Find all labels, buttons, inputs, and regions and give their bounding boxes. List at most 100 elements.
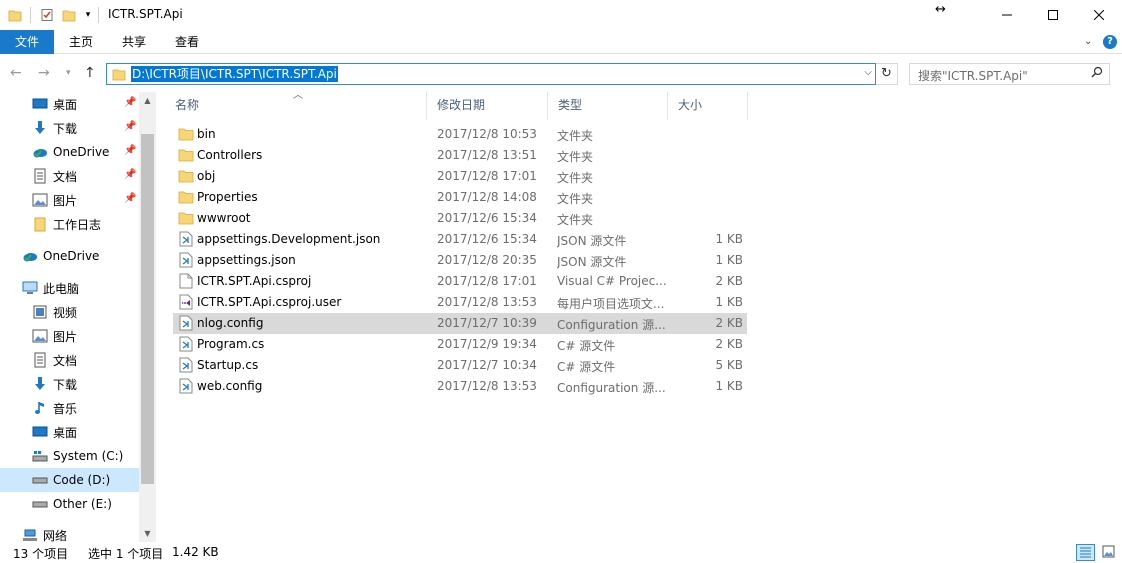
file-size: 2 KB (715, 337, 743, 351)
search-input[interactable]: 搜索"ICTR.SPT.Api" (909, 63, 1110, 85)
nav-item-this-pc[interactable]: 此电脑 (0, 276, 140, 300)
pictures-icon (32, 328, 48, 344)
file-name[interactable]: web.config (197, 379, 262, 393)
chevron-down-icon[interactable]: ⌵ (864, 67, 872, 78)
tab-share[interactable]: 共享 (111, 30, 157, 54)
file-row[interactable]: nlog.config 2017/12/7 10:39 Configuration … (173, 313, 747, 334)
file-name[interactable]: obj (197, 169, 215, 183)
nav-item-label: Other (E:) (53, 497, 112, 511)
nav-item-documents[interactable]: 文档 📌 (0, 164, 140, 188)
nav-item-network[interactable]: 网络 (0, 523, 140, 542)
onedrive-icon (22, 248, 38, 264)
help-icon[interactable]: ? (1103, 35, 1117, 49)
file-row[interactable]: web.config 2017/12/8 13:53 Configuration 源… (173, 376, 747, 397)
pin-icon[interactable]: 📌 (124, 97, 136, 108)
nav-item-pictures[interactable]: 图片 📌 (0, 188, 140, 212)
refresh-button[interactable]: ↻ (876, 63, 898, 85)
nav-item-worklog[interactable]: 工作日志 (0, 212, 140, 236)
file-list: ︿ 名称 修改日期 类型 大小 bin 2017/12/8 10:53 文件夹 Con… (165, 90, 1122, 542)
properties-icon[interactable] (38, 6, 56, 24)
file-name[interactable]: nlog.config (197, 316, 263, 330)
new-folder-icon[interactable] (60, 6, 78, 24)
nav-scrollbar[interactable]: ▲ ▼ (139, 92, 156, 542)
maximize-button[interactable] (1030, 0, 1076, 30)
pin-icon[interactable]: 📌 (124, 169, 136, 180)
nav-item-desktop[interactable]: 桌面 📌 (0, 92, 140, 116)
minimize-button[interactable] (984, 0, 1030, 30)
nav-item-music[interactable]: 音乐 (0, 396, 140, 420)
nav-item-downloads-pc[interactable]: 下载 (0, 372, 140, 396)
selected-size: 1.42 KB (172, 545, 219, 559)
file-row[interactable]: Program.cs 2017/12/9 19:34 C# 源文件 2 KB (173, 334, 747, 355)
close-button[interactable] (1076, 0, 1122, 30)
pin-icon[interactable]: 📌 (124, 145, 136, 156)
nav-item-code-d[interactable]: Code (D:) (0, 468, 140, 492)
address-path[interactable]: D:\ICTR项目\ICTR.SPT\ICTR.SPT.Api (131, 66, 338, 82)
title-bar: ▾ ICTR.SPT.Api ↔ (0, 0, 1122, 30)
pin-icon[interactable]: 📌 (124, 193, 136, 204)
vscode-file-icon (178, 357, 194, 373)
address-bar[interactable]: D:\ICTR项目\ICTR.SPT\ICTR.SPT.Api ⌵ (106, 63, 876, 85)
scroll-up-icon[interactable]: ▲ (139, 92, 156, 109)
music-icon (32, 400, 48, 416)
column-header-date[interactable]: 修改日期 (427, 92, 548, 120)
nav-item-documents-pc[interactable]: 文档 (0, 348, 140, 372)
nav-item-label: Code (D:) (53, 473, 111, 487)
column-header-name[interactable]: 名称 (165, 92, 427, 120)
recent-locations-button[interactable]: ▾ (66, 65, 71, 81)
large-icons-view-button[interactable] (1100, 544, 1119, 561)
scroll-thumb[interactable] (141, 134, 154, 484)
details-view-button[interactable] (1076, 544, 1095, 561)
tab-file[interactable]: 文件 (0, 30, 54, 54)
folder-icon[interactable] (6, 6, 24, 24)
file-row[interactable]: appsettings.Development.json 2017/12/6 15… (173, 229, 747, 250)
file-name[interactable]: Startup.cs (197, 358, 258, 372)
up-button[interactable]: ↑ (84, 65, 96, 81)
file-row[interactable]: Startup.cs 2017/12/7 10:34 C# 源文件 5 KB (173, 355, 747, 376)
file-row[interactable]: bin 2017/12/8 10:53 文件夹 (173, 124, 747, 145)
scroll-down-icon[interactable]: ▼ (139, 525, 156, 542)
back-button[interactable]: ← (10, 65, 22, 81)
file-name[interactable]: ICTR.SPT.Api.csproj.user (197, 295, 341, 309)
file-row[interactable]: Controllers 2017/12/8 13:51 文件夹 (173, 145, 747, 166)
search-icon[interactable] (1091, 66, 1103, 82)
file-type: Visual C# Projec... (557, 274, 667, 288)
file-row[interactable]: obj 2017/12/8 17:01 文件夹 (173, 166, 747, 187)
file-type: 文件夹 (557, 150, 594, 164)
file-name[interactable]: Properties (197, 190, 258, 204)
file-row[interactable]: wwwroot 2017/12/6 15:34 文件夹 (173, 208, 747, 229)
nav-item-pictures-pc[interactable]: 图片 (0, 324, 140, 348)
drive-icon (32, 496, 48, 512)
documents-icon (32, 168, 48, 184)
status-bar: 13 个项目 选中 1 个项目 1.42 KB (0, 542, 1122, 563)
file-row[interactable]: ICTR.SPT.Api.csproj 2017/12/8 17:01 Visual… (173, 271, 747, 292)
nav-item-desktop-pc[interactable]: 桌面 (0, 420, 140, 444)
file-type: C# 源文件 (557, 360, 616, 374)
expand-ribbon-icon[interactable]: ⌄ (1084, 36, 1092, 47)
file-name[interactable]: appsettings.json (197, 253, 296, 267)
customize-toolbar-icon[interactable]: ▾ (82, 6, 94, 24)
tab-view[interactable]: 查看 (164, 30, 210, 54)
file-name[interactable]: Controllers (197, 148, 262, 162)
forward-button[interactable]: → (38, 65, 50, 81)
file-name[interactable]: wwwroot (197, 211, 251, 225)
folder-icon (32, 216, 48, 232)
nav-item-videos[interactable]: 视频 (0, 300, 140, 324)
nav-item-onedrive[interactable]: OneDrive (0, 244, 140, 268)
file-row[interactable]: Properties 2017/12/8 14:08 文件夹 (173, 187, 747, 208)
nav-item-system-c[interactable]: System (C:) (0, 444, 140, 468)
file-name[interactable]: ICTR.SPT.Api.csproj (197, 274, 311, 288)
column-header-size[interactable]: 大小 (668, 92, 748, 120)
nav-item-other-e[interactable]: Other (E:) (0, 492, 140, 516)
file-row[interactable]: ICTR.SPT.Api.csproj.user 2017/12/8 13:53 每… (173, 292, 747, 313)
nav-item-onedrive-quick[interactable]: OneDrive 📌 (0, 140, 140, 164)
file-name[interactable]: appsettings.Development.json (197, 232, 380, 246)
file-row[interactable]: appsettings.json 2017/12/8 20:35 JSON 源文件 1… (173, 250, 747, 271)
vscode-file-icon (178, 231, 194, 247)
pin-icon[interactable]: 📌 (124, 121, 136, 132)
nav-item-downloads[interactable]: 下载 📌 (0, 116, 140, 140)
tab-home[interactable]: 主页 (58, 30, 104, 54)
column-header-type[interactable]: 类型 (548, 92, 668, 120)
file-name[interactable]: bin (197, 127, 216, 141)
file-name[interactable]: Program.cs (197, 337, 264, 351)
